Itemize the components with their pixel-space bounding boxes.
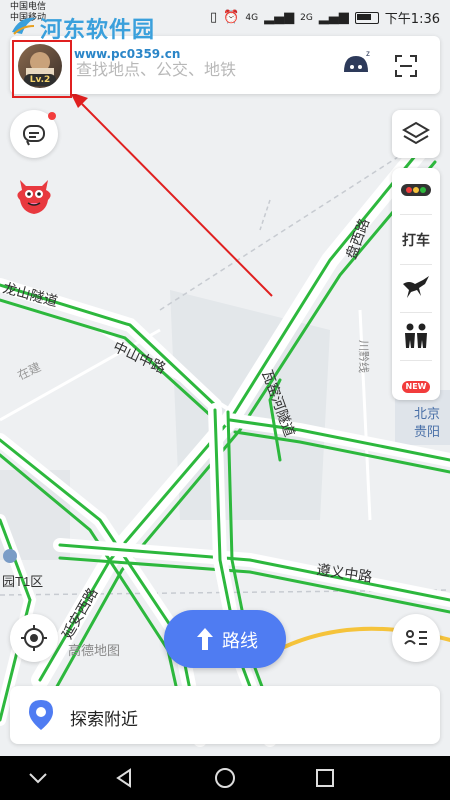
locate-icon bbox=[21, 625, 47, 651]
taxi-label: 打车 bbox=[402, 233, 430, 249]
locate-button[interactable] bbox=[10, 614, 58, 662]
map-label-place: 北京 bbox=[414, 406, 440, 421]
status-icons: ▯ ⏰ 4G ▂▄▆ 2G ▂▄▆ 下午1:36 bbox=[210, 8, 440, 27]
traffic-button[interactable] bbox=[392, 180, 440, 204]
signal-icon: ▂▄▆ bbox=[264, 10, 295, 25]
explore-nearby-bar[interactable]: 探索附近 bbox=[10, 686, 440, 744]
map-label-road: 川黔线 bbox=[357, 340, 371, 373]
watermark-logo-icon bbox=[12, 17, 36, 35]
scan-icon[interactable] bbox=[394, 54, 418, 78]
annotation-highlight-box bbox=[12, 40, 72, 98]
separator bbox=[400, 312, 432, 313]
people-icon bbox=[405, 323, 427, 348]
back-icon[interactable] bbox=[112, 766, 136, 790]
network-2: 2G bbox=[300, 12, 313, 23]
watermark-url: www.pc0359.cn bbox=[74, 47, 181, 61]
notification-dot bbox=[48, 112, 56, 120]
separator bbox=[400, 214, 432, 215]
brand-label: 高德地图 bbox=[68, 644, 121, 659]
new-feature-button[interactable]: NEW bbox=[392, 374, 440, 393]
hide-nav-icon[interactable] bbox=[26, 766, 50, 790]
robot-icon[interactable]: z bbox=[340, 50, 372, 80]
route-button[interactable]: 路线 bbox=[164, 610, 286, 668]
explore-label: 探索附近 bbox=[70, 710, 138, 730]
mascot-icon[interactable] bbox=[10, 170, 58, 218]
traffic-light-icon bbox=[401, 184, 431, 196]
map-label-place: 园T1区 bbox=[2, 574, 43, 589]
taxi-button[interactable]: 打车 bbox=[392, 230, 440, 250]
signal-icon: ▂▄▆ bbox=[318, 10, 349, 25]
recents-icon[interactable] bbox=[313, 766, 337, 790]
vibrate-icon: ▯ bbox=[210, 10, 218, 25]
route-label: 路线 bbox=[222, 631, 258, 652]
map-label-place: 贵阳 bbox=[414, 424, 440, 439]
list-icon bbox=[404, 630, 427, 645]
message-button[interactable] bbox=[10, 110, 58, 158]
layers-icon bbox=[402, 121, 430, 145]
svg-text:z: z bbox=[366, 50, 370, 58]
search-bar[interactable]: Lv.2 查找地点、公交、地铁 z bbox=[10, 36, 440, 94]
separator bbox=[400, 264, 432, 265]
map-canvas[interactable]: 龙山隧道 中山中路 遵义中路 延安西路 川黔线 在建 盘西路 瓦窑河隧道 北京 … bbox=[0, 0, 450, 800]
clock: 下午1:36 bbox=[384, 12, 440, 27]
battery-icon bbox=[354, 11, 379, 24]
network-1: 4G bbox=[245, 12, 259, 23]
layers-button[interactable] bbox=[392, 110, 440, 158]
alarm-icon: ⏰ bbox=[223, 10, 240, 25]
system-nav-bar bbox=[0, 756, 450, 800]
route-arrow-icon bbox=[197, 628, 213, 650]
horse-icon bbox=[403, 276, 429, 298]
new-badge: NEW bbox=[401, 381, 431, 393]
map-tools-panel: 打车 NEW bbox=[392, 168, 440, 400]
location-pin-icon bbox=[29, 700, 53, 730]
home-icon[interactable] bbox=[213, 766, 237, 790]
horse-button[interactable] bbox=[392, 274, 440, 304]
list-button[interactable] bbox=[392, 614, 440, 662]
separator bbox=[400, 360, 432, 361]
people-button[interactable] bbox=[392, 322, 440, 354]
